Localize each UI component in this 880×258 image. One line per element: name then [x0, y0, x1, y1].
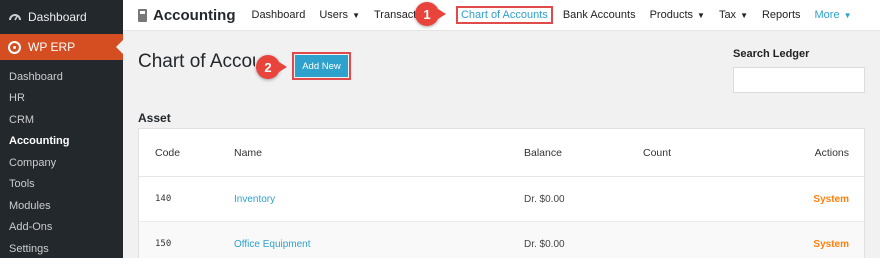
chevron-down-icon: ▼ [697, 10, 705, 20]
sidebar-item-label: Tools [9, 178, 35, 191]
header-actions: Actions [814, 146, 849, 159]
active-menu-notch [116, 40, 123, 54]
sidebar-item-accounting[interactable]: Accounting [0, 131, 123, 153]
ledger-table: Code Name Balance Count Actions 140 Inve… [138, 128, 865, 258]
calculator-icon [138, 8, 147, 22]
row-code: 140 [155, 194, 172, 204]
accounting-brand: Accounting [123, 7, 236, 24]
dashboard-gauge-icon [8, 10, 22, 24]
row-actions-system: System [813, 238, 849, 250]
nav-users-label: Users [319, 9, 349, 21]
search-ledger-input[interactable] [733, 67, 865, 93]
brand-title: Accounting [153, 6, 236, 24]
nav-chart-of-accounts[interactable]: Chart of Accounts [455, 6, 553, 24]
nav-tax-label: Tax [718, 9, 737, 21]
sidebar-item-label: Company [9, 156, 57, 169]
sidebar-item-add-ons[interactable]: Add-Ons [0, 217, 123, 239]
sidebar-dashboard-label: Dashboard [28, 10, 87, 24]
sidebar-item-label: Dashboard [9, 70, 63, 83]
nav-more-label: More [814, 9, 840, 21]
sidebar-item-hr[interactable]: HR [0, 88, 123, 110]
nav-users[interactable]: Users ▼ [319, 9, 360, 21]
add-new-button[interactable]: Add New [295, 55, 348, 77]
nav-chart-of-accounts-label: Chart of Accounts [460, 9, 548, 21]
row-balance: Dr. $0.00 [524, 193, 565, 205]
sidebar-item-label: Settings [9, 242, 49, 255]
nav-products-label: Products [649, 9, 694, 21]
sidebar-item-settings[interactable]: Settings [0, 238, 123, 258]
row-balance: Dr. $0.00 [524, 238, 565, 250]
callout-step-2: 2 [256, 55, 287, 79]
sidebar-dashboard-link[interactable]: Dashboard [0, 0, 123, 34]
row-name-link[interactable]: Inventory [234, 194, 524, 205]
chevron-down-icon: ▼ [843, 10, 852, 20]
nav-dashboard[interactable]: Dashboard [252, 9, 306, 21]
section-title-asset: Asset [138, 111, 171, 125]
callout-step-1: 1 [415, 2, 446, 26]
row-name-link[interactable]: Office Equipment [234, 239, 524, 250]
page-title: Chart of Accounts [138, 51, 255, 72]
table-row: 140 Inventory Dr. $0.00 System [139, 177, 864, 222]
admin-sidebar: Dashboard WP ERP Dashboard HR CRM Accoun… [0, 0, 123, 258]
sidebar-wp-erp-menu[interactable]: WP ERP [0, 34, 123, 60]
callout-number: 1 [423, 6, 431, 22]
nav-dashboard-label: Dashboard [251, 9, 306, 21]
chevron-down-icon: ▼ [740, 10, 748, 20]
add-new-button-highlight: Add New [292, 52, 351, 80]
sidebar-item-label: CRM [9, 113, 35, 126]
chevron-down-icon: ▼ [352, 10, 360, 20]
header-code: Code [155, 146, 181, 159]
row-code: 150 [155, 239, 172, 249]
wp-erp-logo-icon [8, 40, 21, 54]
nav-reports-label: Reports [761, 9, 801, 21]
row-actions-system: System [813, 193, 849, 205]
sidebar-item-dashboard[interactable]: Dashboard [0, 66, 123, 88]
nav-products[interactable]: Products ▼ [650, 9, 705, 21]
search-ledger-label: Search Ledger [733, 48, 810, 60]
nav-reports[interactable]: Reports [762, 9, 801, 21]
callout-number: 2 [264, 59, 272, 75]
table-row: 150 Office Equipment Dr. $0.00 System [139, 222, 864, 258]
table-header: Code Name Balance Count Actions [139, 129, 864, 177]
accounting-nav: Dashboard Users ▼ Transactions Chart of A… [252, 0, 866, 31]
nav-bank-accounts-label: Bank Accounts [562, 9, 636, 21]
header-count: Count [643, 146, 672, 159]
sidebar-item-label: Modules [9, 199, 51, 212]
header-name: Name [234, 146, 263, 159]
sidebar-item-label: Add-Ons [9, 221, 53, 234]
sidebar-item-label: HR [9, 92, 25, 105]
sidebar-item-crm[interactable]: CRM [0, 109, 123, 131]
accounting-topbar: Accounting Dashboard Users ▼ Transactions… [123, 0, 880, 31]
sidebar-item-label: Accounting [9, 135, 70, 148]
header-balance: Balance [524, 146, 562, 159]
nav-more[interactable]: More ▼ [815, 9, 852, 21]
nav-tax[interactable]: Tax ▼ [719, 9, 748, 21]
sidebar-item-tools[interactable]: Tools [0, 174, 123, 196]
nav-bank-accounts[interactable]: Bank Accounts [563, 9, 636, 21]
sidebar-item-company[interactable]: Company [0, 152, 123, 174]
sidebar-item-modules[interactable]: Modules [0, 195, 123, 217]
sidebar-wp-erp-label: WP ERP [28, 40, 76, 54]
sidebar-submenu: Dashboard HR CRM Accounting Company Tool… [0, 60, 123, 258]
